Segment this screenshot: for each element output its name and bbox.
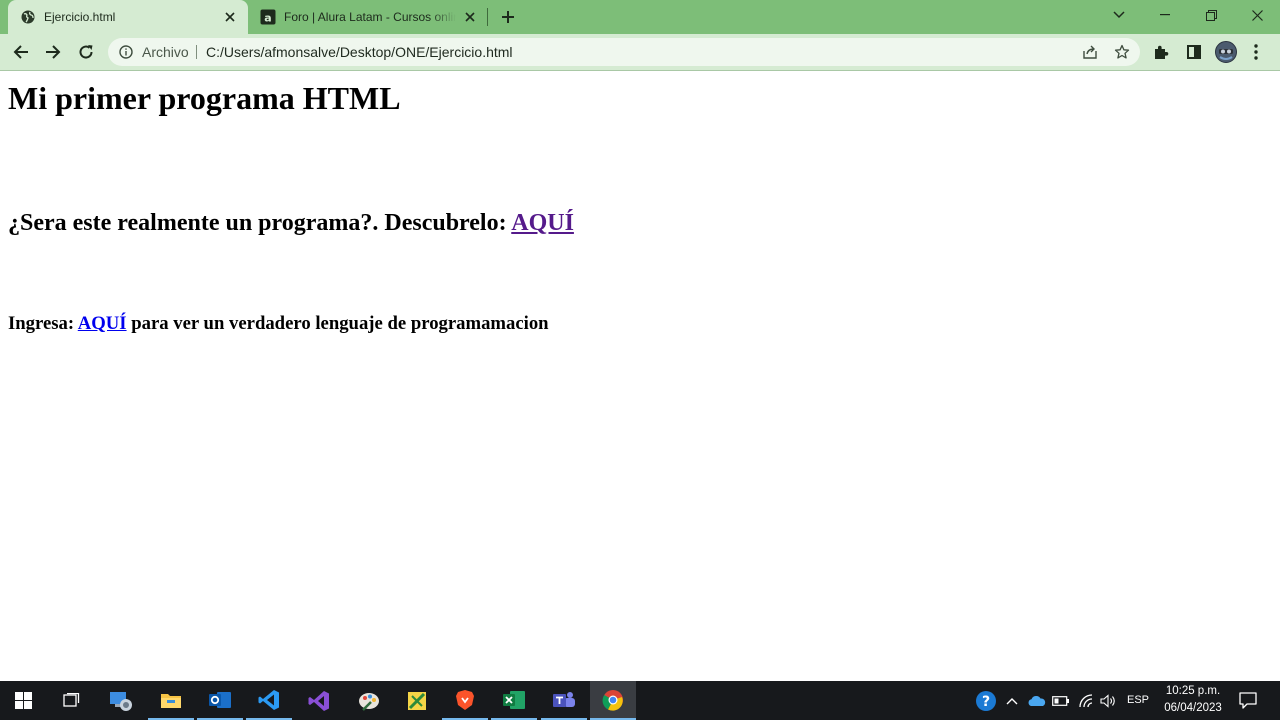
browser-title-bar: Ejercicio.html a Foro | Alura Latam - Cu…: [0, 0, 1280, 34]
alura-logo-icon: a: [260, 9, 276, 25]
forward-button[interactable]: [39, 38, 67, 66]
new-tab-button[interactable]: [498, 7, 518, 27]
arrow-right-icon: [46, 45, 61, 59]
tab-search-button[interactable]: [1096, 0, 1142, 30]
teams-icon: [553, 691, 575, 707]
question-text: ¿Sera este realmente un programa?. Descu…: [8, 210, 512, 236]
menu-button[interactable]: [1242, 38, 1270, 66]
taskbar-outlook[interactable]: [197, 681, 243, 720]
svg-text:?: ?: [982, 694, 990, 710]
onedrive-cloud-icon: [1028, 695, 1046, 706]
show-hidden-icons-button[interactable]: [1002, 681, 1022, 720]
chip-separator: [196, 45, 197, 59]
volume-button[interactable]: [1098, 681, 1120, 720]
page-heading: Mi primer programa HTML: [8, 80, 401, 116]
battery-icon: [1052, 695, 1069, 706]
taskbar-paint-app[interactable]: [346, 681, 392, 720]
restore-button[interactable]: [1188, 0, 1234, 30]
taskbar-vscode[interactable]: [246, 681, 292, 720]
site-info-chip[interactable]: Archivo: [142, 38, 189, 66]
kebab-menu-icon: [1254, 44, 1258, 60]
close-icon: [1251, 9, 1263, 21]
windows-logo-icon: [14, 692, 32, 709]
taskbar-file-explorer[interactable]: [148, 681, 194, 720]
tab-ejercicio[interactable]: Ejercicio.html: [8, 0, 248, 34]
url-text[interactable]: C:/Users/afmonsalve/Desktop/ONE/Ejercici…: [206, 38, 513, 66]
taskbar-remote-desktop[interactable]: [98, 681, 144, 720]
notification-icon: [1239, 692, 1257, 709]
battery-button[interactable]: [1050, 681, 1072, 720]
brave-icon: [456, 689, 474, 710]
notifications-button[interactable]: [1234, 681, 1262, 720]
restore-icon: [1205, 9, 1217, 21]
chevron-down-icon: [1113, 11, 1125, 19]
avatar-icon: [1215, 41, 1237, 63]
tab-title: Foro | Alura Latam - Cursos online de te…: [284, 10, 456, 24]
vscode-icon: [258, 689, 279, 710]
arrow-left-icon: [13, 45, 28, 59]
discover-link[interactable]: AQUÍ: [511, 210, 574, 236]
visual-studio-icon: [308, 690, 329, 711]
taskbar-excel[interactable]: [491, 681, 537, 720]
ingresa-heading: Ingresa: AQUÍ para ver un verdadero leng…: [8, 313, 549, 335]
side-panel-icon: [1187, 45, 1201, 59]
close-tab-icon[interactable]: [462, 9, 478, 25]
taskbar-brave[interactable]: [442, 681, 488, 720]
extensions-button[interactable]: [1147, 38, 1175, 66]
remote-desktop-icon: [110, 691, 132, 711]
profile-avatar[interactable]: [1212, 38, 1240, 66]
taskbar-visual-studio[interactable]: [296, 681, 342, 720]
browser-toolbar: Archivo C:/Users/afmonsalve/Desktop/ONE/…: [0, 34, 1280, 71]
reload-icon: [79, 45, 93, 59]
wifi-icon: [1079, 693, 1093, 707]
ingresa-prefix: Ingresa:: [8, 313, 78, 334]
taskbar-teams[interactable]: [541, 681, 587, 720]
address-bar[interactable]: Archivo C:/Users/afmonsalve/Desktop/ONE/…: [108, 38, 1140, 66]
network-button[interactable]: [1075, 681, 1097, 720]
taskbar-clock[interactable]: 10:25 p.m. 06/04/2023: [1156, 683, 1230, 717]
side-panel-button[interactable]: [1180, 38, 1208, 66]
paint-app-icon: [359, 692, 379, 711]
back-button[interactable]: [7, 38, 35, 66]
tab-title: Ejercicio.html: [44, 10, 116, 24]
start-button[interactable]: [0, 681, 46, 720]
plus-icon: [502, 11, 514, 23]
minimize-button[interactable]: [1142, 0, 1188, 30]
clock-date: 06/04/2023: [1164, 702, 1222, 714]
taskbar-chrome[interactable]: [590, 681, 636, 720]
ingresa-suffix: para ver un verdadero lenguaje de progra…: [126, 313, 549, 334]
page-viewport: Mi primer programa HTML ¿Sera este realm…: [0, 71, 1280, 681]
input-language-indicator[interactable]: ESP: [1122, 681, 1154, 720]
close-window-button[interactable]: [1234, 0, 1280, 30]
clock-time: 10:25 p.m.: [1165, 685, 1221, 697]
tab-alura-forum[interactable]: a Foro | Alura Latam - Cursos online de …: [248, 0, 488, 34]
speaker-icon: [1100, 693, 1115, 708]
file-explorer-icon: [161, 693, 181, 708]
sketch-app-icon: [408, 691, 426, 710]
taskbar-sketch-app[interactable]: [394, 681, 440, 720]
outlook-icon: [209, 691, 231, 708]
svg-text:a: a: [264, 12, 271, 25]
task-view-icon: [63, 692, 80, 707]
bookmark-star-icon[interactable]: [1112, 42, 1132, 62]
reload-button[interactable]: [72, 38, 100, 66]
globe-icon: [20, 9, 36, 25]
minimize-icon: [1160, 14, 1170, 16]
help-tray-button[interactable]: ?: [972, 681, 1000, 720]
chevron-up-icon: [1006, 697, 1018, 704]
puzzle-piece-icon: [1155, 45, 1169, 59]
help-icon: ?: [976, 690, 996, 711]
task-view-button[interactable]: [48, 681, 94, 720]
share-icon[interactable]: [1080, 42, 1100, 62]
close-tab-icon[interactable]: [222, 9, 238, 25]
windows-taskbar: ? ESP 10:25 p.m. 06/04/2023: [0, 681, 1280, 720]
info-icon[interactable]: [118, 44, 134, 60]
question-heading: ¿Sera este realmente un programa?. Descu…: [8, 208, 574, 238]
language-link[interactable]: AQUÍ: [78, 313, 127, 334]
excel-icon: [503, 690, 525, 709]
chrome-icon: [602, 689, 623, 711]
onedrive-button[interactable]: [1025, 681, 1049, 720]
